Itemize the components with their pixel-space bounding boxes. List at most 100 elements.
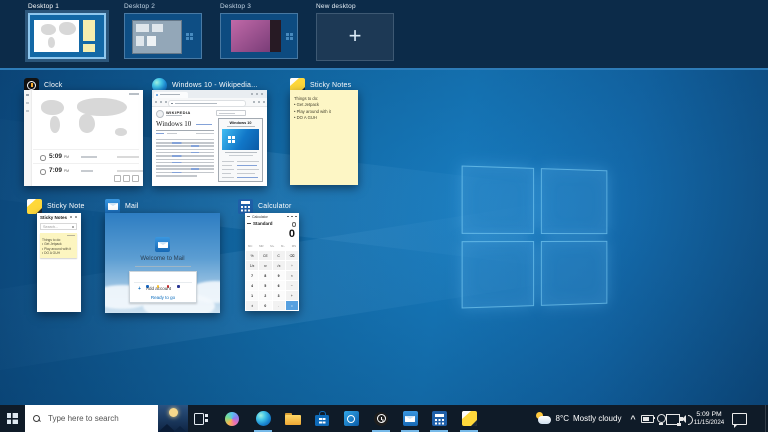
article-heading: Windows 10	[156, 120, 191, 128]
hamburger-menu-icon	[247, 223, 251, 224]
edge-taskbar-button[interactable]	[251, 405, 275, 432]
clock-window-thumbnail[interactable]: 5:09 PM 7:09 PM	[24, 90, 143, 186]
mini-panel	[270, 20, 281, 53]
outlook-icon	[344, 411, 359, 426]
mini-panel	[136, 24, 150, 32]
weather-widget[interactable]: 8°C Mostly cloudy	[528, 405, 628, 432]
infobox-subtitle-placeholder	[227, 126, 255, 127]
map-continent	[41, 100, 64, 115]
desktop-3-thumbnail[interactable]	[220, 13, 298, 59]
calculator-icon	[432, 411, 447, 426]
window-title: Sticky Note	[47, 203, 85, 210]
mail-account-panel: + Add account Ready to go	[129, 271, 197, 303]
copilot-button[interactable]	[220, 405, 244, 432]
search-text-placeholder	[219, 113, 235, 114]
task-view-screen: Desktop 1 Desktop 2 Desktop 3 New deskto…	[0, 0, 768, 432]
window-title: Mail	[125, 203, 139, 210]
search-highlight-image[interactable]	[158, 405, 188, 432]
network-tray-button[interactable]	[666, 405, 680, 432]
start-button[interactable]	[0, 405, 24, 432]
sticky-list-window-thumbnail[interactable]: Sticky Notes Search... Things to do: • G…	[37, 213, 81, 312]
text-line	[156, 152, 214, 154]
calculator-keypad: % CE C ⌫ 1/x x² √x ÷ 7 8 9 × 4 5 6 − 1 2…	[246, 251, 298, 310]
desktop-1-thumbnail[interactable]	[28, 13, 106, 59]
desktop-2-thumbnail[interactable]	[124, 13, 202, 59]
clock-row-date-placeholder	[117, 170, 143, 172]
wikipedia-globe-logo	[156, 110, 164, 118]
clock-taskbar-button[interactable]	[369, 405, 393, 432]
tab-title-placeholder	[160, 94, 180, 95]
calculator-icon	[238, 199, 253, 214]
calculator-taskbar-button[interactable]	[427, 405, 451, 432]
search-icon	[72, 226, 74, 228]
outlook-taskbar-button[interactable]	[339, 405, 363, 432]
window-header-mail[interactable]: Mail	[105, 198, 139, 214]
calculator-window-thumbnail[interactable]: Calculator Standard 0 MC MR M+ M− MS % C…	[245, 213, 299, 311]
window-header-sticky-list[interactable]: Sticky Note	[27, 198, 85, 214]
sticky-notes-taskbar-button[interactable]	[457, 405, 481, 432]
lock-icon	[171, 103, 173, 105]
text-line	[156, 168, 214, 170]
window-header-calculator[interactable]: Calculator	[238, 198, 292, 214]
logo-pane	[462, 241, 534, 309]
map-continent	[50, 116, 60, 133]
mail-welcome-icon	[155, 237, 170, 252]
plus-icon: +	[349, 25, 362, 47]
mostly-cloudy-icon	[535, 412, 552, 425]
windows-logo-wallpaper	[462, 166, 608, 309]
menu-icon	[263, 101, 265, 103]
sticky-note-open-thumbnail[interactable]: Things to do: • Get Jetpack • Play aroun…	[290, 90, 358, 185]
calc-key: 1	[246, 291, 258, 300]
sticky-notes-icon	[27, 199, 42, 214]
mini-photo-window	[231, 20, 271, 53]
task-view-button[interactable]	[189, 405, 213, 432]
memory-keys-row: MC MR M+ M− MS	[248, 244, 296, 248]
store-taskbar-button[interactable]	[310, 405, 334, 432]
calc-key: 2	[259, 291, 271, 300]
alarm-clock-icon	[374, 412, 388, 426]
taskbar-clock[interactable]: 5:09 PM 11/15/2024	[693, 405, 725, 432]
text-line	[156, 162, 214, 164]
taskbar-search-box[interactable]	[25, 405, 188, 432]
logo-pane	[540, 240, 607, 306]
sidebar-item-icon	[26, 110, 29, 112]
clock-time: 7:09 PM	[49, 167, 69, 174]
windows-start-icon	[7, 413, 18, 424]
maximize-icon	[291, 216, 293, 217]
action-center-button[interactable]	[730, 405, 748, 432]
volume-tray-button[interactable]	[679, 405, 693, 432]
memory-key: M+	[270, 244, 274, 248]
infobox-title: Windows 10	[219, 121, 262, 125]
panel-title: Sticky Notes	[40, 215, 67, 220]
calc-key: +	[286, 291, 298, 300]
file-explorer-taskbar-button[interactable]	[281, 405, 305, 432]
sticky-notes-icon	[462, 411, 477, 426]
infobox-row	[222, 169, 234, 170]
new-desktop-label: New desktop	[316, 3, 356, 10]
show-hidden-icons-button[interactable]: ^	[627, 405, 639, 432]
tray-time: 5:09 PM	[696, 411, 721, 419]
mini-map-blob	[59, 22, 76, 35]
mini-panel	[147, 36, 156, 46]
battery-tray-button[interactable]	[640, 405, 654, 432]
mail-taskbar-button[interactable]	[398, 405, 422, 432]
wikipedia-window-thumbnail[interactable]: WIKIPEDIA Windows 10 Windows 10	[152, 90, 267, 186]
virtual-desktops-strip: Desktop 1 Desktop 2 Desktop 3 New deskto…	[0, 0, 768, 70]
forward-icon	[160, 101, 162, 103]
chevron-up-icon: ^	[630, 414, 635, 424]
search-input[interactable]	[46, 413, 150, 424]
search-placeholder-text: Search...	[43, 225, 58, 229]
article-infobox: Windows 10	[218, 118, 263, 182]
url-text-placeholder	[175, 103, 217, 104]
browser-tab-bar	[152, 90, 267, 98]
calc-key: ×	[286, 271, 298, 280]
notes-search-box: Search...	[40, 223, 77, 230]
new-desktop-button[interactable]: +	[316, 13, 394, 61]
meet-now-webcam-icon	[655, 413, 667, 425]
mail-window-thumbnail[interactable]: Welcome to Mail + Add account Ready to g…	[105, 213, 220, 313]
calc-key: .	[273, 301, 285, 310]
edge-browser-icon	[256, 411, 271, 426]
text-line	[156, 175, 197, 177]
text-line	[156, 172, 214, 174]
infobox-row	[237, 161, 259, 162]
